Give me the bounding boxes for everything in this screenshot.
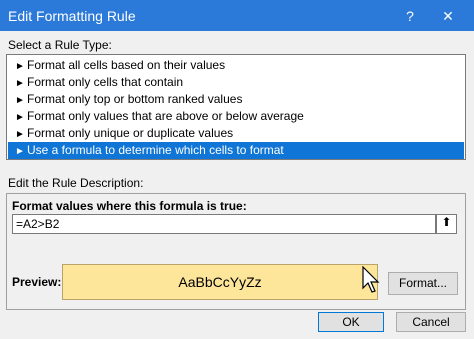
rule-type-item-contain[interactable]: ► Format only cells that contain [8,74,464,91]
arrow-right-icon: ► [15,112,25,123]
rule-type-item-unique-duplicate[interactable]: ► Format only unique or duplicate values [8,125,464,142]
ok-button[interactable]: OK [318,312,384,332]
rule-type-item-label: Format only top or bottom ranked values [27,92,243,106]
formula-input[interactable]: =A2>B2 [12,214,436,234]
arrow-up-icon: ⬆ [441,215,452,229]
rule-type-item-all-values[interactable]: ► Format all cells based on their values [8,57,464,74]
preview-label: Preview: [12,275,62,289]
rule-type-item-label: Format only cells that contain [27,75,184,89]
rule-type-item-label: Format all cells based on their values [27,58,226,72]
mouse-pointer-icon [362,266,380,293]
preview-box: AaBbCcYyZz [62,264,378,300]
rule-type-item-formula[interactable]: ► Use a formula to determine which cells … [8,142,464,159]
help-button[interactable]: ? [398,6,422,26]
cancel-button[interactable]: Cancel [396,312,466,332]
rule-type-list[interactable]: ► Format all cells based on their values … [6,54,466,160]
formula-label: Format values where this formula is true… [12,199,247,213]
format-button[interactable]: Format... [388,272,458,295]
arrow-right-icon: ► [15,61,25,72]
rule-type-label: Select a Rule Type: [8,38,112,52]
close-button[interactable]: ✕ [436,6,460,26]
arrow-right-icon: ► [15,146,25,157]
title-bar: Edit Formatting Rule ? ✕ [0,0,474,31]
rule-type-item-label: Use a formula to determine which cells t… [27,143,284,157]
arrow-right-icon: ► [15,95,25,106]
arrow-right-icon: ► [15,129,25,140]
window-title: Edit Formatting Rule [8,8,136,24]
rule-type-item-label: Format only values that are above or bel… [27,109,304,123]
arrow-right-icon: ► [15,78,25,89]
rule-type-item-average[interactable]: ► Format only values that are above or be… [8,108,464,125]
collapse-dialog-button[interactable]: ⬆ [436,214,457,234]
rule-type-item-top-bottom[interactable]: ► Format only top or bottom ranked values [8,91,464,108]
description-label: Edit the Rule Description: [8,176,144,190]
rule-type-item-label: Format only unique or duplicate values [27,126,234,140]
